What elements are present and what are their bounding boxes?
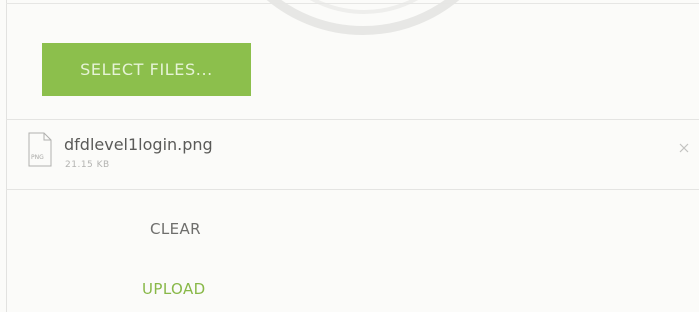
file-type-badge: PNG (31, 154, 44, 161)
clear-button[interactable]: CLEAR (150, 220, 201, 238)
remove-file-button[interactable] (676, 140, 692, 156)
divider (6, 189, 699, 190)
file-list-item: PNG dfdlevel1login.png 21.15 KB (6, 120, 699, 189)
panel-top-border (6, 3, 699, 4)
close-icon (679, 143, 689, 153)
file-name: dfdlevel1login.png (64, 135, 213, 154)
select-files-button[interactable]: SELECT FILES... (42, 43, 251, 96)
upload-button[interactable]: UPLOAD (142, 280, 206, 298)
png-file-icon: PNG (28, 132, 52, 167)
file-size: 21.15 KB (65, 160, 110, 170)
